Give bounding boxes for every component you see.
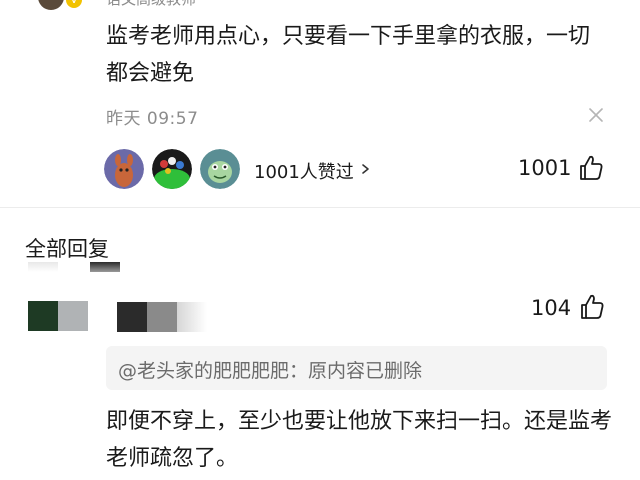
comment-time: 昨天 09:57 [106, 109, 199, 129]
liker-avatar[interactable] [200, 149, 240, 189]
close-icon[interactable] [585, 104, 607, 126]
chevron-right-icon[interactable] [360, 158, 372, 180]
reply-text: 即便不穿上，至少也要让他放下来扫一扫。还是监考老师疏忽了。 [106, 409, 613, 471]
reply-avatar[interactable] [28, 301, 88, 331]
reply-username[interactable] [117, 302, 207, 332]
comment-text: 监考老师用点心，只要看一下手里拿的衣服，一切都会避免 [106, 24, 591, 86]
thumbs-up-icon[interactable] [579, 293, 605, 321]
verified-badge-icon: V [66, 0, 82, 8]
liker-avatar[interactable] [104, 149, 144, 189]
comment-like-count: 1001 [518, 156, 572, 180]
comment-detail-page: V 语文高级教师 监考老师用点心，只要看一下手里拿的衣服，一切都会避免 昨天 0… [0, 0, 640, 480]
likers-count-link[interactable]: 1001人赞过 [254, 158, 354, 184]
quoted-reply-text: @老头家的肥肥肥肥：原内容已删除 [118, 360, 423, 382]
reply-like-count: 104 [531, 296, 572, 320]
section-divider [0, 207, 640, 208]
sort-tab[interactable] [90, 262, 120, 272]
liker-avatar[interactable] [152, 149, 192, 189]
thumbs-up-icon[interactable] [578, 154, 604, 182]
author-avatar[interactable] [38, 0, 64, 10]
all-replies-title: 全部回复 [25, 237, 109, 261]
author-title: 语文高级教师 [106, 0, 196, 8]
quoted-reply-box[interactable]: @老头家的肥肥肥肥：原内容已删除 [106, 346, 607, 390]
author-row: V 语文高级教师 [0, 0, 640, 10]
likers-row: 1001人赞过 1001 [104, 149, 624, 191]
sort-tabs [28, 262, 128, 274]
sort-tab[interactable] [28, 262, 58, 272]
